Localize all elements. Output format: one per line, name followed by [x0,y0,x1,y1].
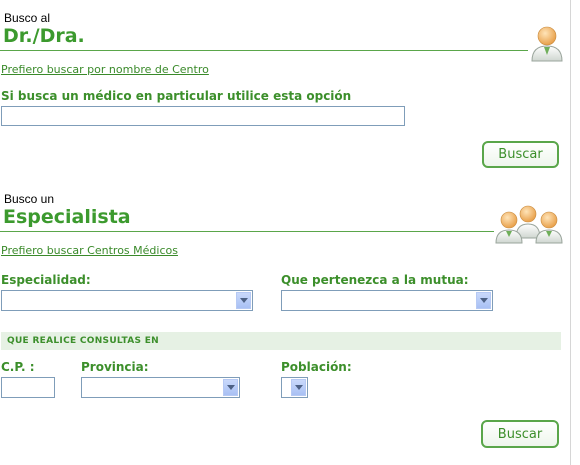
specialist-search-button[interactable]: Buscar [481,420,559,448]
province-select[interactable] [81,377,240,398]
specialist-small-heading: Busco un [4,192,55,206]
doctor-search-button[interactable]: Buscar [482,141,559,168]
town-label: Población: [281,360,352,374]
doctor-small-heading: Busco al [4,11,51,25]
doctor-heading-rule [0,50,528,51]
frame-edge [570,0,571,465]
town-select[interactable] [281,377,308,398]
mutual-select[interactable] [281,290,493,311]
search-medical-centers-link[interactable]: Prefiero buscar Centros Médicos [1,244,178,257]
chevron-down-icon[interactable] [223,379,238,396]
specialist-big-heading: Especialista [3,206,131,228]
consultation-location-band: QUE REALICE CONSULTAS EN [1,332,561,350]
specialist-search-button-label: Buscar [497,426,543,442]
doctor-name-input[interactable] [1,106,405,126]
doctors-group-icon [492,202,568,244]
postal-code-input[interactable] [1,377,55,398]
mutual-label: Que pertenezca a la mutua: [281,273,469,287]
specialist-heading-rule [0,231,494,232]
doctor-big-heading: Dr./Dra. [3,25,85,47]
search-by-center-name-link[interactable]: Prefiero buscar por nombre de Centro [1,63,209,76]
chevron-down-icon[interactable] [291,379,306,396]
specialty-select[interactable] [1,290,253,311]
doctor-icon [528,22,566,62]
consultation-location-title: QUE REALICE CONSULTAS EN [7,336,159,346]
specialty-label: Especialidad: [1,273,91,287]
postal-code-label: C.P. : [1,360,35,374]
chevron-down-icon[interactable] [476,292,491,309]
doctor-instruction-label: Si busca un médico en particular utilice… [1,89,352,103]
chevron-down-icon[interactable] [236,292,251,309]
province-label: Provincia: [81,360,149,374]
doctor-search-button-label: Buscar [498,147,543,162]
